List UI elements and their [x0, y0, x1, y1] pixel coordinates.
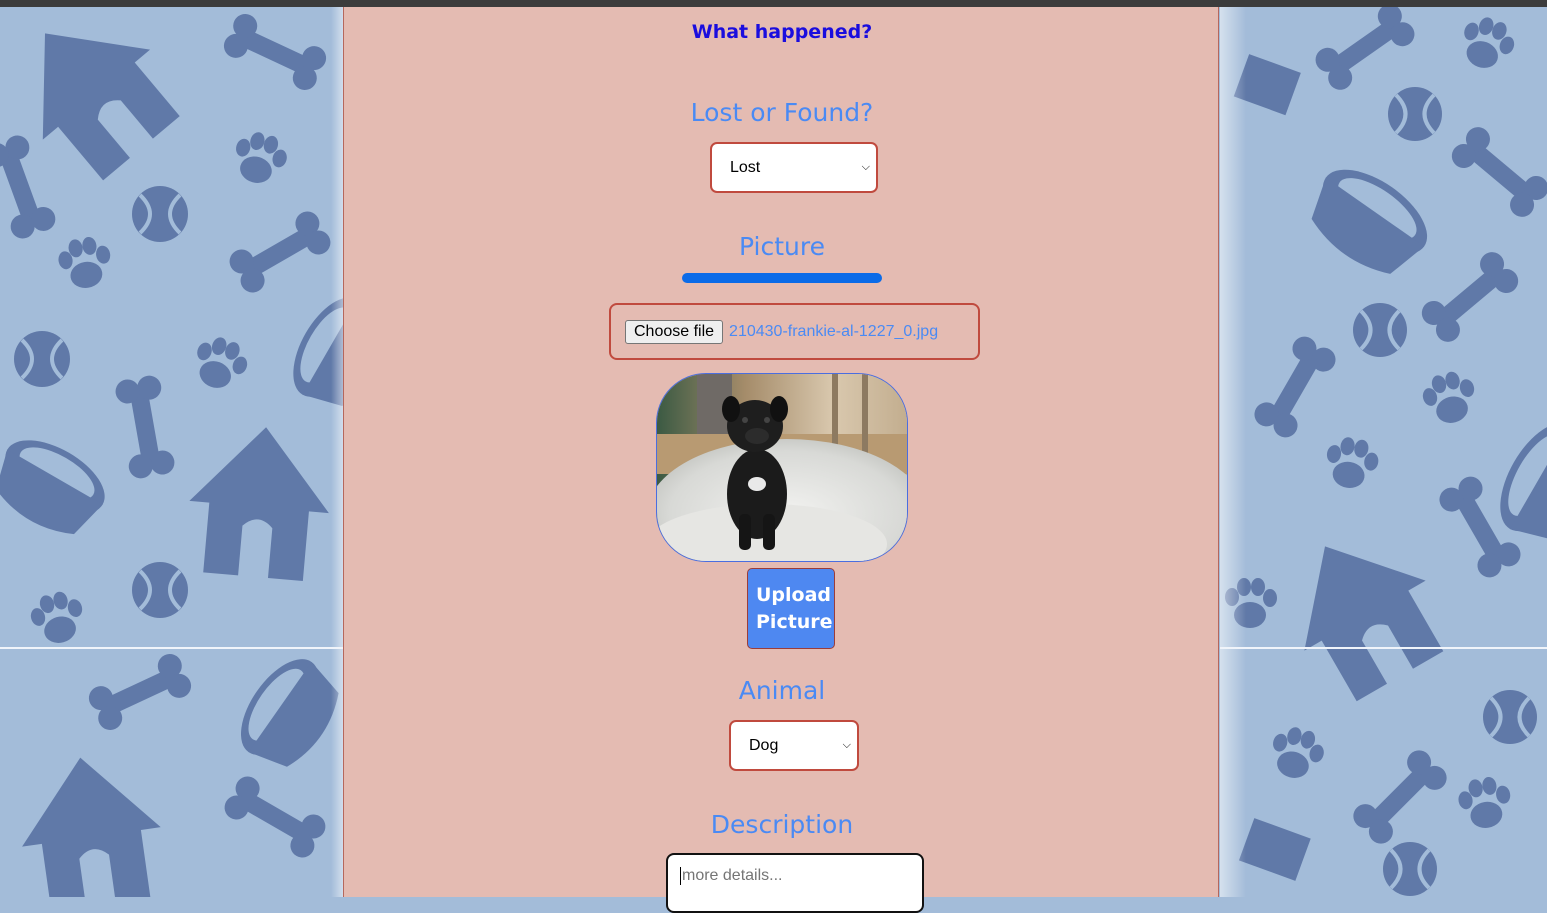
animal-title: Animal: [738, 676, 826, 705]
file-input-container: Choose file 210430-frankie-al-1227_0.jpg: [609, 303, 980, 360]
lost-found-selected-value: Lost: [730, 158, 761, 176]
browser-top-bar: [0, 0, 1547, 7]
left-wallpaper-edge: [331, 7, 343, 897]
right-wallpaper: [1220, 7, 1547, 897]
picture-preview: [656, 373, 908, 562]
description-textarea[interactable]: more details...: [666, 853, 924, 913]
description-placeholder: more details...: [682, 867, 783, 885]
pet-pattern-left: [0, 7, 343, 897]
right-divider-line: [1220, 647, 1547, 649]
what-happened-heading[interactable]: What happened?: [344, 21, 1220, 43]
lost-found-select[interactable]: Lost ⌵: [710, 142, 878, 193]
choose-file-button[interactable]: Choose file: [625, 319, 724, 344]
text-caret: [680, 867, 681, 885]
puppy-photo: [657, 374, 907, 561]
chevron-down-icon: ⌵: [861, 161, 870, 173]
left-divider-line: [0, 647, 343, 649]
animal-select[interactable]: Dog ⌵: [729, 720, 859, 771]
description-title: Description: [710, 810, 854, 839]
animal-selected-value: Dog: [749, 736, 779, 754]
upload-picture-button[interactable]: Upload Picture: [747, 568, 835, 649]
report-form-panel: What happened? Lost or Found? Lost ⌵ Pic…: [343, 7, 1220, 913]
lost-found-title: Lost or Found?: [690, 98, 874, 127]
pet-pattern-right: [1225, 7, 1547, 897]
chevron-down-icon: ⌵: [842, 739, 851, 751]
upload-progress-bar: [682, 273, 882, 283]
upload-picture-label: Upload Picture: [756, 583, 833, 633]
selected-file-name: 210430-frankie-al-1227_0.jpg: [729, 322, 939, 340]
picture-title: Picture: [739, 232, 825, 261]
left-wallpaper: [0, 7, 343, 897]
